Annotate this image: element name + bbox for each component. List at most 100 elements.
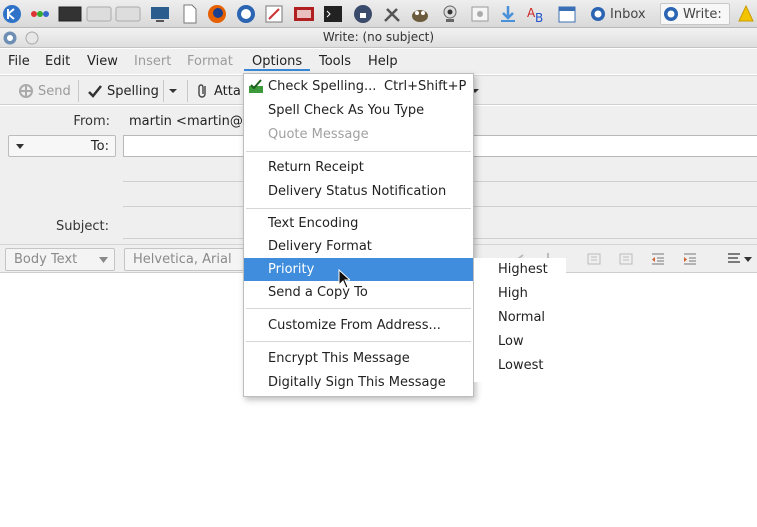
menu-format[interactable]: Format <box>187 54 233 69</box>
svg-text:B: B <box>535 11 543 24</box>
menu-item-customize-from-address[interactable]: Customize From Address... <box>244 314 473 337</box>
menu-item-check-spelling[interactable]: Check Spelling... Ctrl+Shift+P <box>244 75 473 98</box>
menu-label: Options <box>252 54 303 69</box>
from-value[interactable]: martin <martin@l <box>129 114 246 129</box>
calendar-icon[interactable] <box>557 4 577 24</box>
spellcheck-icon <box>249 79 263 93</box>
numbered-list-icon[interactable] <box>618 251 634 267</box>
window-titlebar: Write: (no subject) <box>0 28 757 48</box>
thunderbird-icon[interactable] <box>236 4 256 24</box>
priority-submenu: Highest High Normal Low Lowest <box>474 258 566 382</box>
outdent-icon[interactable] <box>650 251 666 267</box>
desktop-2-icon[interactable] <box>86 4 112 24</box>
desktop-1-icon[interactable] <box>58 4 82 24</box>
spelling-dropdown[interactable] <box>168 81 178 101</box>
taskbar: A B Inbox Write: <box>0 0 757 28</box>
menu-options[interactable]: Options <box>244 54 311 71</box>
menu-label: Insert <box>134 54 172 69</box>
lock-screen-icon[interactable] <box>353 4 373 24</box>
gimp-icon[interactable] <box>410 4 430 24</box>
attach-button[interactable]: Atta <box>196 81 241 101</box>
text-editor-icon[interactable] <box>264 4 284 24</box>
menu-item-digitally-sign-this-message[interactable]: Digitally Sign This Message <box>244 371 473 394</box>
menu-item-label: Check Spelling... <box>268 79 377 94</box>
menu-separator <box>246 341 471 342</box>
webcam-icon[interactable] <box>440 4 460 24</box>
menu-item-delivery-status-notification[interactable]: Delivery Status Notification <box>244 180 473 203</box>
menu-file[interactable]: File <box>8 54 30 69</box>
menubar: File Edit View Insert Format Options Too… <box>0 49 757 74</box>
menu-item-spell-check-as-you-type[interactable]: Spell Check As You Type <box>244 99 473 122</box>
tools-icon[interactable] <box>382 4 402 24</box>
priority-low[interactable]: Low <box>498 334 524 349</box>
notification-icon[interactable] <box>736 4 756 24</box>
menu-edit[interactable]: Edit <box>45 54 70 69</box>
priority-lowest[interactable]: Lowest <box>498 358 543 373</box>
paperclip-icon <box>198 84 206 98</box>
menu-insert[interactable]: Insert <box>134 54 171 69</box>
indent-icon[interactable] <box>682 251 698 267</box>
menu-item-delivery-format[interactable]: Delivery Format <box>244 235 473 258</box>
priority-high[interactable]: High <box>498 286 528 301</box>
download-icon[interactable] <box>498 4 518 24</box>
send-button[interactable]: Send <box>18 81 71 101</box>
desktop-3-icon[interactable] <box>115 4 141 24</box>
font-family-value: Helvetica, Arial <box>133 252 232 267</box>
toolbar-separator <box>78 80 79 102</box>
presentation-icon[interactable] <box>293 4 315 24</box>
menu-item-quote-message[interactable]: Quote Message <box>244 123 473 146</box>
priority-normal[interactable]: Normal <box>498 310 545 325</box>
dots-applet-icon[interactable] <box>30 4 50 24</box>
menu-view[interactable]: View <box>87 54 118 69</box>
menu-label: Format <box>187 54 233 69</box>
menu-item-label: Spell Check As You Type <box>268 103 425 118</box>
to-label: To: <box>90 139 109 154</box>
spelling-button[interactable]: Spelling <box>87 81 159 101</box>
menu-item-label: Text Encoding <box>268 216 359 231</box>
recipient-type-select[interactable]: To: <box>8 135 116 157</box>
spellcheck-icon[interactable]: A B <box>526 4 546 24</box>
task-label: Write: <box>683 6 722 22</box>
document-icon[interactable] <box>180 4 200 24</box>
chevron-down-icon <box>169 89 177 93</box>
window-title: Write: (no subject) <box>322 30 435 44</box>
thunderbird-icon <box>591 7 605 21</box>
menu-item-label: Quote Message <box>268 127 369 142</box>
align-menu-icon[interactable] <box>726 251 756 267</box>
terminal-icon[interactable] <box>323 4 343 24</box>
chevron-down-icon <box>99 257 108 263</box>
chevron-down-icon <box>16 144 24 149</box>
menu-item-encrypt-this-message[interactable]: Encrypt This Message <box>244 347 473 370</box>
menu-separator <box>246 151 471 152</box>
paragraph-style-select[interactable]: Body Text <box>5 248 115 271</box>
thunderbird-icon <box>664 7 678 21</box>
menu-item-priority[interactable]: Priority <box>244 258 473 281</box>
priority-highest[interactable]: Highest <box>498 262 548 277</box>
menu-item-return-receipt[interactable]: Return Receipt <box>244 156 473 179</box>
menu-help[interactable]: Help <box>368 54 398 69</box>
menu-item-shortcut: Ctrl+Shift+P <box>384 79 467 94</box>
screenshot-icon[interactable] <box>470 4 490 24</box>
task-inbox[interactable]: Inbox <box>588 3 646 25</box>
firefox-icon[interactable] <box>207 4 227 24</box>
bullet-list-icon[interactable] <box>586 251 602 267</box>
subject-label: Subject: <box>56 219 109 234</box>
menu-item-label: Priority <box>268 262 315 277</box>
menu-label: File <box>8 54 30 69</box>
send-icon <box>19 84 33 98</box>
menu-separator <box>246 308 471 309</box>
menu-label: View <box>87 54 118 69</box>
menu-item-text-encoding[interactable]: Text Encoding <box>244 212 473 235</box>
menu-tools[interactable]: Tools <box>319 54 351 69</box>
send-label: Send <box>38 83 71 99</box>
task-label: Inbox <box>610 6 646 22</box>
menu-item-send-a-copy-to[interactable]: Send a Copy To <box>244 281 473 304</box>
paragraph-style-value: Body Text <box>14 252 78 267</box>
monitor-icon[interactable] <box>150 4 170 24</box>
toolbar-separator <box>187 80 188 102</box>
task-write[interactable]: Write: <box>660 3 730 25</box>
kde-launcher-icon[interactable] <box>2 4 22 24</box>
menu-item-label: Customize From Address... <box>268 318 441 333</box>
font-family-select[interactable]: Helvetica, Arial <box>124 248 249 271</box>
options-menu: Check Spelling... Ctrl+Shift+P Spell Che… <box>243 73 474 397</box>
